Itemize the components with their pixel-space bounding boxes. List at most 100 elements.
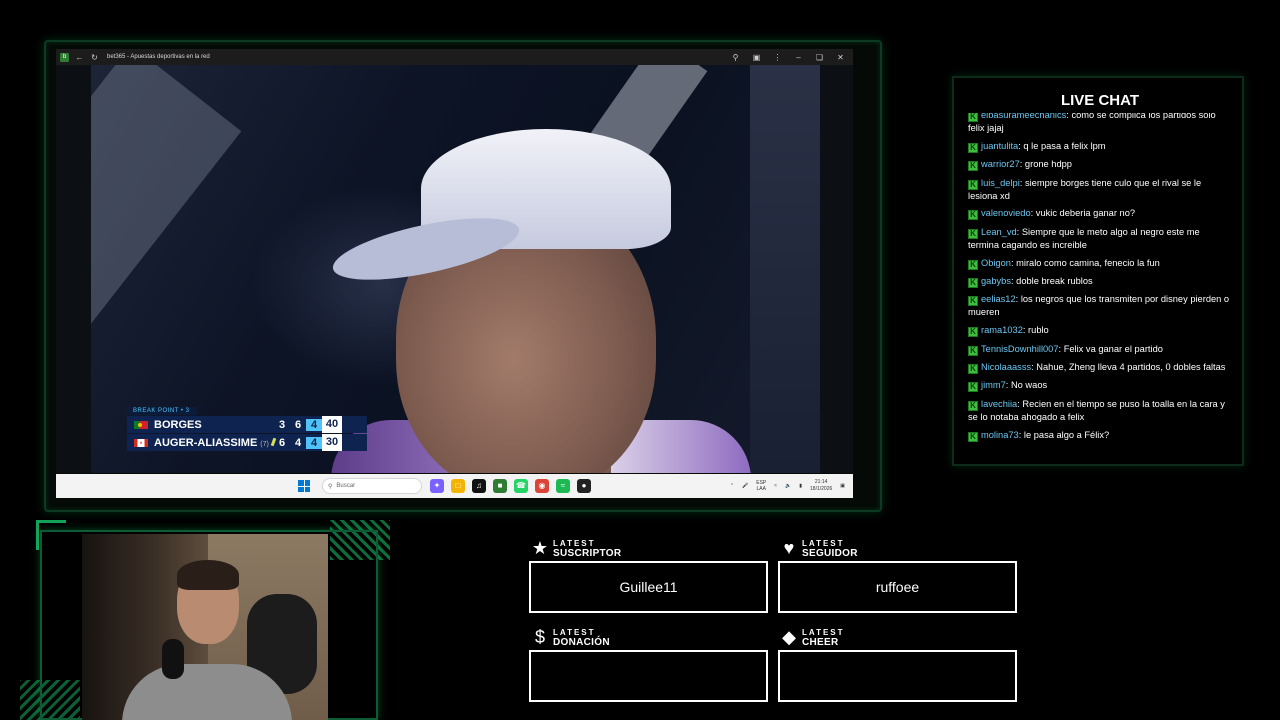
latest-subscriber-box: Guillee11 [529,561,768,613]
chat-message: K Obigon: miralo como camina, fenecio la … [968,257,1230,270]
chat-text: grone hdpp [1024,159,1072,170]
more-menu-icon[interactable]: ⋮ [773,53,782,62]
extensions-icon[interactable]: ▣ [752,53,761,62]
chat-username[interactable]: Obigon [981,258,1011,268]
wifi-icon[interactable]: ≈ [774,483,777,489]
kick-badge-icon: K [968,382,978,393]
chat-username[interactable]: juantulita [981,141,1018,151]
game-points: 30 [322,434,342,451]
windows-taskbar: ⚲ Buscar ✦ □ ♫ ■ ☎ ◉ ≈ ● ⌃ 🎤 ESP LAA ≈ 🔈 … [56,474,853,498]
bet365-favicon-icon: b [60,52,69,62]
latest-donation-header: $ LATEST DONACIÓN [530,627,610,648]
chat-text: vukic deberia ganar no? [1035,208,1136,219]
taskbar-search[interactable]: ⚲ Buscar [322,478,422,494]
streamer-hair [177,560,239,590]
microphone-icon[interactable]: 🎤 [742,483,748,489]
chat-username[interactable]: gabybs [981,276,1011,286]
chat-username[interactable]: rama1032 [981,325,1023,335]
copilot-icon[interactable]: ✦ [430,479,444,493]
chat-username[interactable]: jimm7 [981,380,1006,390]
chat-message: Kgabybs: doble break rublos [968,275,1230,288]
latest-follower-box: ruffoee [778,561,1017,613]
file-explorer-icon[interactable]: □ [451,479,465,493]
chat-message: Kluis_delpi: siempre borges tiene culo q… [968,177,1230,202]
kick-badge-icon: K [968,179,978,190]
chat-message: K Nicolaaasss: Nahue, Zheng lleva 4 parti… [968,361,1230,374]
chat-username[interactable]: elbasurameechanics [981,113,1066,120]
heart-icon: ♥ [783,538,795,558]
notifications-icon[interactable]: ▣ [840,483,845,489]
kick-badge-icon: K [968,363,978,374]
windows-start-icon[interactable] [298,480,310,492]
kick-badge-icon: K [968,277,978,288]
kick-badge-icon: K [968,296,978,307]
search-placeholder: Buscar [336,483,356,489]
chat-username[interactable]: eelias12 [981,294,1016,304]
break-point-label: BREAK POINT • 3 [127,407,197,415]
microphone [162,639,184,679]
volume-icon[interactable]: 🔈 [785,483,791,489]
kick-badge-icon: K [968,259,978,270]
set-score: 4 [294,436,302,449]
tiktok-icon[interactable]: ♫ [472,479,486,493]
scoreboard-row: BORGES 3 6 4 40 [127,416,367,433]
tray-chevron-icon[interactable]: ⌃ [730,483,734,489]
window-controls: ⚲ ▣ ⋮ – ❏ ✕ [731,53,853,62]
chat-username[interactable]: Lean_vd [981,227,1017,237]
minimize-icon[interactable]: – [794,53,803,62]
latest-follower-header: ♥ LATEST SEGUIDOR [779,538,858,559]
chat-message: Kjimm7: No waos [968,379,1230,393]
chat-username[interactable]: molina73 [981,430,1019,440]
chat-username[interactable]: Nicolaaasss [981,362,1031,372]
battery-icon[interactable]: ▮ [799,483,802,489]
kick-badge-icon: K [968,210,978,221]
webcam-feed [82,534,328,720]
chrome-icon[interactable]: ◉ [535,479,549,493]
latest-subscriber-header: ★ LATEST SUSCRIPTOR [531,538,622,559]
kick-badge-icon: K [968,431,978,442]
chat-username[interactable]: TennisDownhill007 [981,344,1059,354]
player-name: BORGES [154,418,202,431]
input-language[interactable]: ESP LAA [756,480,766,492]
chat-username[interactable]: valenoviedo [981,208,1031,218]
canada-flag-icon [134,438,148,447]
current-set-score: 4 [306,436,322,449]
close-icon[interactable]: ✕ [836,53,845,62]
reload-icon[interactable]: ↻ [90,53,99,62]
kick-badge-icon: K [968,142,978,153]
chat-message: K Lean_vd: Siempre que le meto algo al ne… [968,226,1230,251]
chat-username[interactable]: lavechiia [981,399,1017,409]
latest-cheer-header: ◆ LATEST CHEER [779,627,845,648]
clock[interactable]: 21:14 18/1/2026 [810,479,832,493]
restore-icon[interactable]: ❏ [815,53,824,62]
browser-title: bet365 - Apuestas deportivas en la red [107,54,210,60]
spotify-icon[interactable]: ≈ [556,479,570,493]
current-set-score: 4 [306,418,322,431]
scoreboard: BREAK POINT • 3 BORGES 3 6 4 40 AUGER-AL… [127,407,367,451]
chat-text: doble break rublos [1016,275,1093,286]
chat-username[interactable]: warrior27 [981,159,1020,169]
player-name: AUGER-ALIASSIME (7) [154,437,277,449]
portugal-flag-icon [134,420,148,429]
whatsapp-icon[interactable]: ☎ [514,479,528,493]
stadium-wall [750,65,820,473]
bet365-app-icon[interactable]: ■ [493,479,507,493]
dollar-icon: $ [534,627,545,647]
obs-icon[interactable]: ● [577,479,591,493]
chat-message: Kelbasurameechanics: como se complica lo… [968,113,1230,134]
taskbar-apps: ✦ □ ♫ ■ ☎ ◉ ≈ ● [430,479,591,493]
chat-message: Klavechiia: Recien en el tiempo se puso … [968,398,1230,423]
back-arrow-icon[interactable]: ← [75,53,84,62]
kick-badge-icon: K [968,327,978,338]
kick-badge-icon: K [968,113,978,122]
chat-list[interactable]: Kelbasurameechanics: como se complica lo… [968,113,1230,453]
chat-username[interactable]: luis_delpi [981,178,1020,188]
scoreboard-row: AUGER-ALIASSIME (7) 6 4 4 30 [127,434,367,451]
kick-badge-icon: K [968,345,978,356]
chat-text: Felix va ganar el partido [1063,343,1163,354]
chat-text: q le pasa a felix lpm [1023,140,1106,151]
latest-cheer-box [778,650,1017,702]
chat-text: miralo como camina, fenecio la fun [1016,257,1160,268]
chat-title: LIVE CHAT [1060,92,1140,109]
zoom-icon[interactable]: ⚲ [731,53,740,62]
